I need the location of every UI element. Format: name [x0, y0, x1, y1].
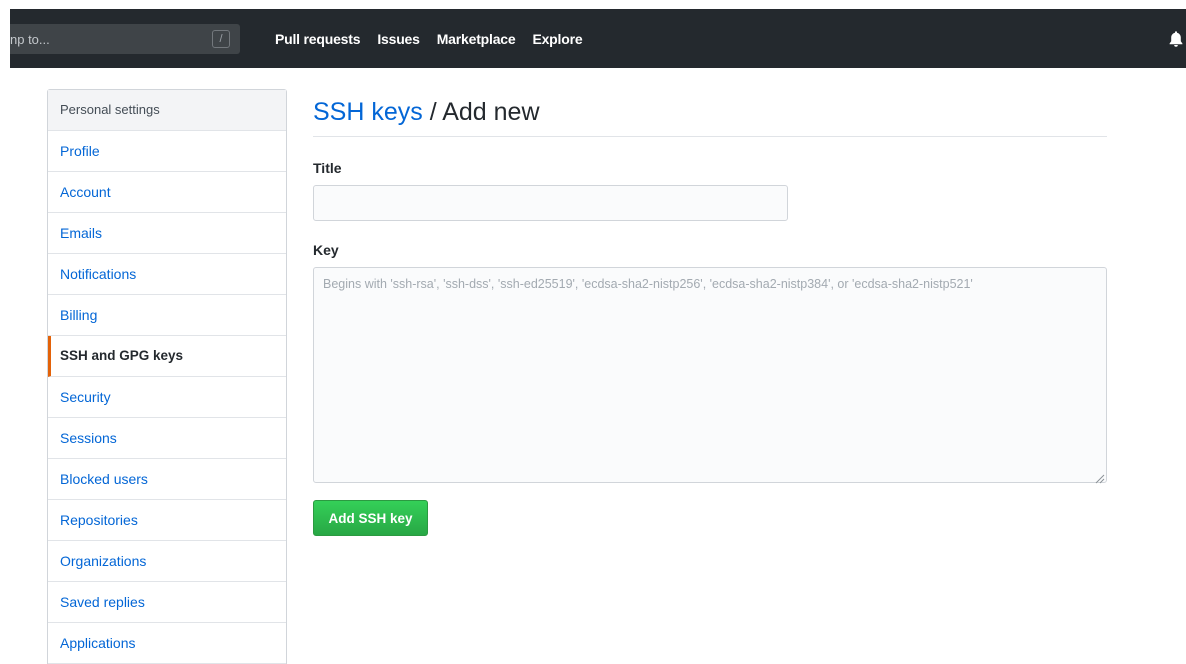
sidebar-item-ssh-gpg-keys[interactable]: SSH and GPG keys — [48, 336, 286, 377]
sidebar-heading: Personal settings — [48, 90, 286, 131]
main-content: SSH keys / Add new Title Key Add SSH key — [313, 89, 1107, 536]
search-input[interactable] — [10, 24, 200, 54]
keyboard-shortcut-hint: / — [212, 30, 230, 48]
settings-sidebar: Personal settings Profile Account Emails… — [47, 89, 287, 664]
page-title: SSH keys / Add new — [313, 89, 1107, 137]
add-ssh-key-button[interactable]: Add SSH key — [313, 500, 428, 536]
nav-pull-requests[interactable]: Pull requests — [275, 31, 361, 47]
sidebar-item-applications[interactable]: Applications — [48, 623, 286, 664]
sidebar-item-saved-replies[interactable]: Saved replies — [48, 582, 286, 623]
sidebar-item-emails[interactable]: Emails — [48, 213, 286, 254]
sidebar-item-profile[interactable]: Profile — [48, 131, 286, 172]
nav-issues[interactable]: Issues — [377, 31, 420, 47]
sidebar-item-notifications[interactable]: Notifications — [48, 254, 286, 295]
title-input[interactable] — [313, 185, 788, 221]
nav-marketplace[interactable]: Marketplace — [437, 31, 516, 47]
key-label: Key — [313, 242, 339, 258]
sidebar-item-organizations[interactable]: Organizations — [48, 541, 286, 582]
search-box[interactable]: / — [10, 24, 240, 54]
title-label: Title — [313, 160, 342, 176]
bell-icon[interactable] — [1168, 30, 1184, 48]
breadcrumb-current: / Add new — [422, 98, 540, 126]
top-header: / Pull requests Issues Marketplace Explo… — [10, 9, 1186, 68]
sidebar-item-repositories[interactable]: Repositories — [48, 500, 286, 541]
sidebar-item-blocked-users[interactable]: Blocked users — [48, 459, 286, 500]
main-nav: Pull requests Issues Marketplace Explore — [275, 9, 599, 68]
resize-handle-icon[interactable] — [1095, 471, 1105, 484]
sidebar-item-billing[interactable]: Billing — [48, 295, 286, 336]
sidebar-item-account[interactable]: Account — [48, 172, 286, 213]
key-textarea[interactable] — [313, 267, 1107, 483]
breadcrumb-ssh-keys-link[interactable]: SSH keys — [313, 98, 423, 126]
sidebar-item-sessions[interactable]: Sessions — [48, 418, 286, 459]
nav-explore[interactable]: Explore — [532, 31, 582, 47]
sidebar-item-security[interactable]: Security — [48, 377, 286, 418]
